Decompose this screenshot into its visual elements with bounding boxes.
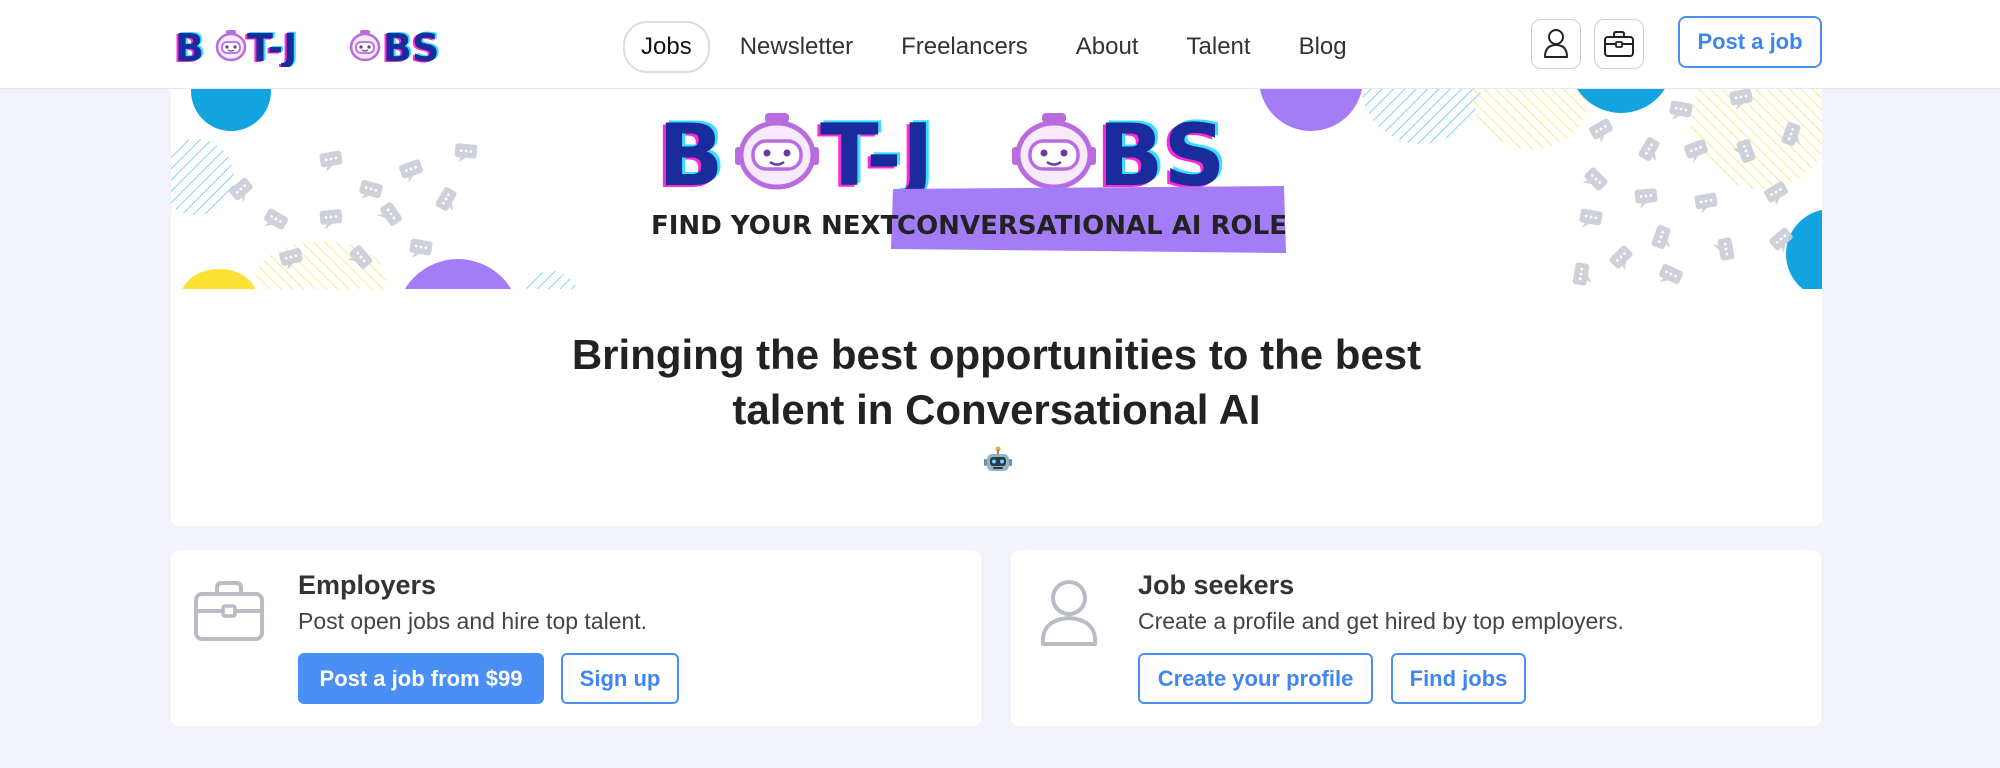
top-navbar: B B B T-J T-J T-J BS BS BS Jobs Newslett… <box>0 0 2000 89</box>
svg-text:B: B <box>175 27 204 67</box>
employers-title: Employers <box>298 570 437 600</box>
user-icon <box>1040 580 1098 646</box>
employers-card: Employers Post open jobs and hire top ta… <box>171 550 981 726</box>
nav-link-talent[interactable]: Talent <box>1169 21 1269 73</box>
hero-headline: Bringing the best opportunities to the b… <box>171 327 1822 437</box>
hero-banner: B B B T-J T-J T-J BS BS BS FIND YOUR NEX… <box>171 89 1822 289</box>
create-profile-button[interactable]: Create your profile <box>1138 653 1373 704</box>
nav-link-freelancers[interactable]: Freelancers <box>883 21 1046 73</box>
sign-up-button[interactable]: Sign up <box>561 653 679 704</box>
nav-link-about[interactable]: About <box>1058 21 1157 73</box>
post-job-from-99-button[interactable]: Post a job from $99 <box>298 653 544 704</box>
user-icon <box>1544 29 1568 58</box>
nav-link-jobs[interactable]: Jobs <box>623 21 710 73</box>
bot-jobs-logo-small: B B B T-J T-J T-J BS BS BS <box>175 27 441 67</box>
robot-icon <box>984 446 1012 471</box>
job-seekers-description: Create a profile and get hired by top em… <box>1138 608 1624 634</box>
employers-description: Post open jobs and hire top talent. <box>298 608 648 634</box>
svg-text:B: B <box>658 106 724 206</box>
briefcase-icon <box>194 581 264 641</box>
briefcase-icon <box>1604 31 1634 57</box>
hero-tagline-plain: FIND YOUR NEXT <box>651 211 899 241</box>
employer-button[interactable] <box>1594 19 1644 69</box>
svg-text:T-J: T-J <box>247 27 297 67</box>
job-seekers-card: Job seekers Create a profile and get hir… <box>1011 550 1821 726</box>
job-seekers-title: Job seekers <box>1138 570 1295 600</box>
hero-section: B B B T-J T-J T-J BS BS BS FIND YOUR NEX… <box>171 89 1822 526</box>
nav-links: Jobs Newsletter Freelancers About Talent… <box>623 21 1377 73</box>
nav-link-newsletter[interactable]: Newsletter <box>722 21 871 73</box>
svg-text:BS: BS <box>383 27 439 67</box>
account-button[interactable] <box>1531 19 1581 69</box>
hero-tagline-highlight: CONVERSATIONAL AI ROLE <box>897 211 1287 241</box>
find-jobs-button[interactable]: Find jobs <box>1391 653 1526 704</box>
site-logo[interactable]: B B B T-J T-J T-J BS BS BS <box>175 27 465 67</box>
post-a-job-button[interactable]: Post a job <box>1678 16 1822 68</box>
hero-headline-line1: Bringing the best opportunities to the b… <box>571 331 1422 378</box>
hero-headline-line2: talent in Conversational AI <box>732 386 1261 433</box>
nav-link-blog[interactable]: Blog <box>1281 21 1365 73</box>
